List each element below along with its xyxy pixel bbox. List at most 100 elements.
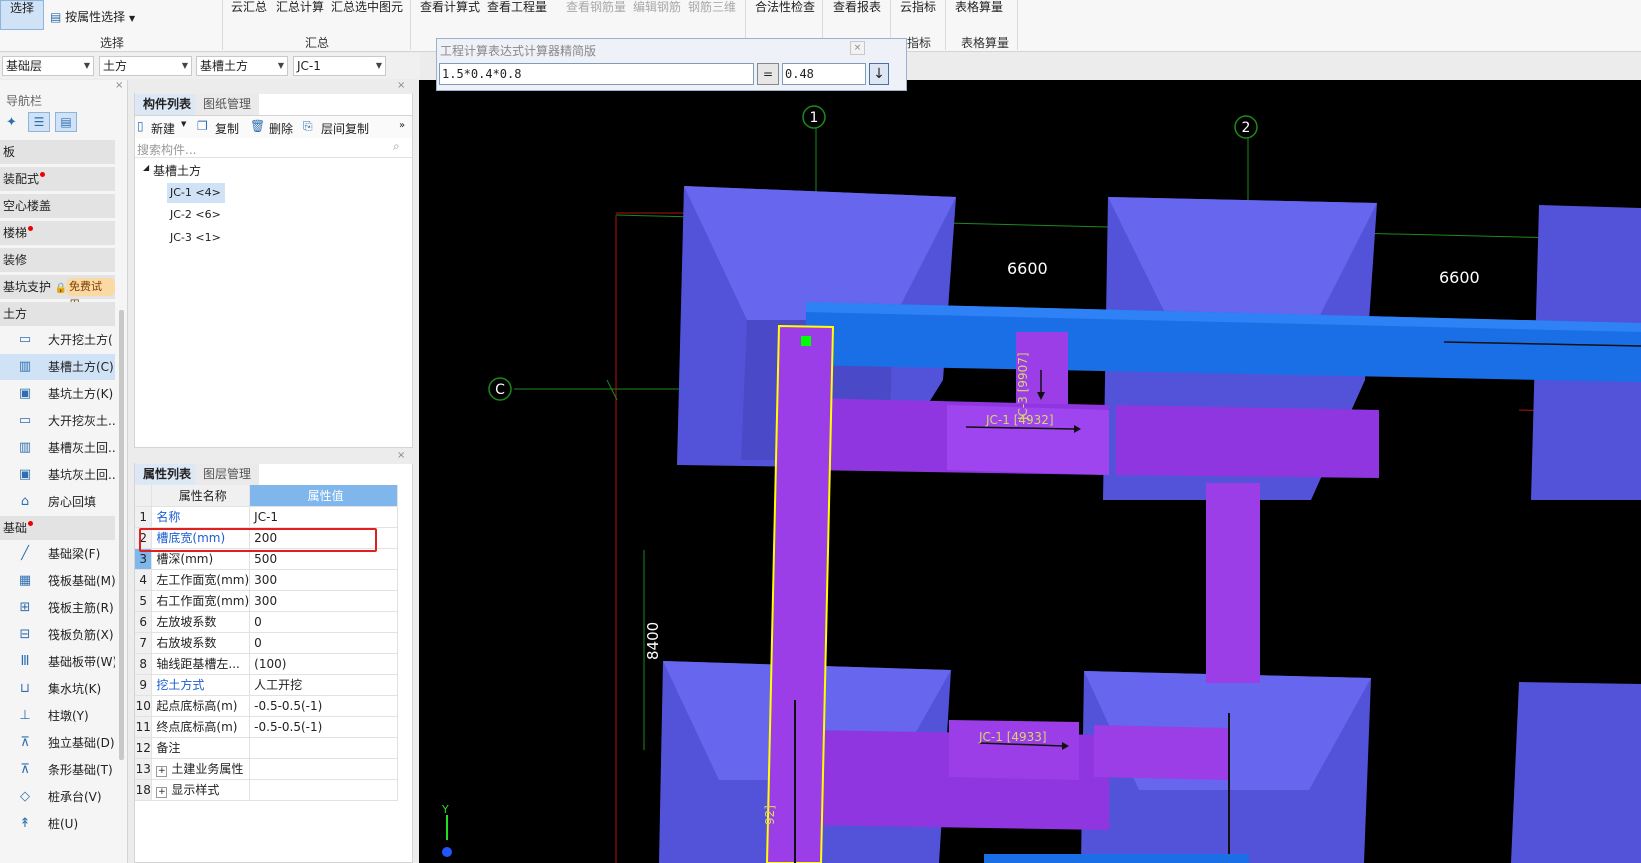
- tree-item-jc2[interactable]: JC-2 <6>: [170, 208, 221, 221]
- property-row[interactable]: 11 终点底标高(m) -0.5-0.5(-1): [135, 716, 398, 738]
- nav-cat-prefab[interactable]: 装配式: [0, 167, 115, 191]
- nav-foundation-item-3[interactable]: ⊟ 筏板负筋(X): [0, 622, 115, 648]
- property-row[interactable]: 13 + 土建业务属性: [135, 758, 398, 780]
- property-value[interactable]: 500: [249, 548, 398, 570]
- summary-selected-button[interactable]: 汇总选中图元: [331, 0, 403, 15]
- property-row[interactable]: 12 备注: [135, 737, 398, 759]
- tab-component-list[interactable]: 构件列表: [135, 94, 200, 115]
- tree-item-jc3[interactable]: JC-3 <1>: [170, 231, 221, 244]
- nav-foundation-item-1[interactable]: ▦ 筏板基础(M): [0, 568, 115, 594]
- view-report-button[interactable]: 查看报表: [833, 0, 881, 15]
- tree-collapse-icon[interactable]: ◢: [143, 163, 149, 172]
- expression-input[interactable]: 1.5*0.4*0.8: [439, 63, 754, 85]
- property-row[interactable]: 9 挖土方式 人工开挖: [135, 674, 398, 696]
- drawing-canvas[interactable]: 1 2 C 6600 6600 8400 JC-1 [4932] JC-3 [9…: [419, 80, 1641, 863]
- close-icon[interactable]: ×: [397, 450, 405, 461]
- legality-check-button[interactable]: 合法性检查: [755, 0, 815, 15]
- close-icon[interactable]: ×: [397, 80, 405, 91]
- nav-cat-decoration[interactable]: 装修: [0, 248, 115, 272]
- detail-view-icon[interactable]: ▤: [55, 112, 77, 132]
- subtype-select[interactable]: 基槽土方 ▼: [196, 56, 288, 76]
- tree-item-jc1[interactable]: JC-1 <4>: [167, 183, 225, 203]
- nav-earth-item-3[interactable]: ▭ 大开挖灰土...: [0, 408, 115, 434]
- trench-segment[interactable]: [1116, 405, 1379, 478]
- trench-segment-vertical[interactable]: [1206, 483, 1260, 683]
- edit-rebar-button[interactable]: 编辑钢筋: [633, 0, 681, 15]
- search-icon[interactable]: ⌕: [393, 139, 400, 154]
- nav-scrollbar[interactable]: [119, 310, 124, 760]
- new-button[interactable]: 新建: [151, 120, 175, 137]
- property-value[interactable]: 0: [249, 632, 398, 654]
- component-search[interactable]: 搜索构件... ⌕: [135, 138, 412, 158]
- nav-foundation-item-5[interactable]: ⊔ 集水坑(K): [0, 676, 115, 702]
- property-value[interactable]: -0.5-0.5(-1): [249, 695, 398, 717]
- pit-block[interactable]: [1511, 682, 1641, 863]
- property-value[interactable]: 人工开挖: [249, 674, 398, 696]
- more-icon[interactable]: »: [399, 120, 405, 131]
- copy-button[interactable]: 复制: [215, 120, 239, 137]
- nav-earth-item-1[interactable]: ▥ 基槽土方(C): [0, 354, 115, 380]
- property-name-text[interactable]: 名称: [156, 510, 180, 524]
- trench-segment[interactable]: [1094, 725, 1229, 780]
- property-value[interactable]: JC-1: [249, 506, 398, 528]
- tab-drawing-manage[interactable]: 图纸管理: [195, 94, 260, 115]
- nav-foundation-item-4[interactable]: Ⅲ 基础板带(W): [0, 649, 115, 675]
- floor-copy-button[interactable]: 层间复制: [321, 120, 369, 137]
- property-name-text[interactable]: 槽底宽(mm): [156, 531, 225, 545]
- view-quantity-button[interactable]: 查看工程量: [487, 0, 547, 15]
- summary-calc-button[interactable]: 汇总计算: [276, 0, 324, 15]
- nav-cat-hollow-floor[interactable]: 空心楼盖: [0, 194, 115, 218]
- select-button[interactable]: 选择: [0, 0, 44, 30]
- tab-layer-manage[interactable]: 图层管理: [195, 464, 260, 485]
- property-value[interactable]: [249, 737, 398, 759]
- floor-select[interactable]: 基础层 ▼: [2, 56, 94, 76]
- table-calc-button[interactable]: 表格算量: [955, 0, 1003, 15]
- expand-icon[interactable]: +: [156, 787, 168, 798]
- property-value[interactable]: 0: [249, 611, 398, 633]
- nav-cat-pit-support[interactable]: 基坑支护 🔒免费试用: [0, 275, 115, 311]
- expand-icon[interactable]: +: [156, 766, 168, 777]
- property-value[interactable]: [249, 779, 398, 801]
- pin-icon[interactable]: ✦: [6, 115, 17, 130]
- property-row[interactable]: 6 左放坡系数 0: [135, 611, 398, 633]
- delete-button[interactable]: 删除: [269, 120, 293, 137]
- property-row[interactable]: 5 右工作面宽(mm) 300: [135, 590, 398, 612]
- nav-earth-item-5[interactable]: ▣ 基坑灰土回...: [0, 462, 115, 488]
- equals-button[interactable]: =: [757, 63, 779, 85]
- view-rebar-button[interactable]: 查看钢筋量: [566, 0, 626, 15]
- tree-root[interactable]: 基槽土方: [153, 162, 201, 179]
- nav-foundation-item-8[interactable]: ⊼ 条形基础(T): [0, 757, 115, 783]
- close-icon[interactable]: ×: [115, 80, 123, 91]
- cloud-summary-button[interactable]: 云汇总: [231, 0, 267, 15]
- property-row[interactable]: 1 名称 JC-1: [135, 506, 398, 528]
- property-value[interactable]: [249, 758, 398, 780]
- property-row[interactable]: 8 轴线距基槽左... (100): [135, 653, 398, 675]
- rebar-3d-button[interactable]: 钢筋三维: [688, 0, 736, 15]
- nav-earth-item-0[interactable]: ▭ 大开挖土方(: [0, 327, 115, 353]
- nav-cat-slab[interactable]: 板: [0, 140, 115, 164]
- cloud-index-button[interactable]: 云指标: [900, 0, 936, 15]
- grip-handle[interactable]: [801, 336, 811, 346]
- nav-foundation-item-7[interactable]: ⊼ 独立基础(D): [0, 730, 115, 756]
- nav-foundation-item-2[interactable]: ⊞ 筏板主筋(R): [0, 595, 115, 621]
- property-row[interactable]: 18 + 显示样式: [135, 779, 398, 801]
- property-row[interactable]: 4 左工作面宽(mm) 300: [135, 569, 398, 591]
- view-formula-button[interactable]: 查看计算式: [420, 0, 480, 15]
- property-value[interactable]: (100): [249, 653, 398, 675]
- nav-cat-stairs[interactable]: 楼梯: [0, 221, 115, 245]
- close-icon[interactable]: ×: [850, 41, 865, 55]
- property-value[interactable]: 300: [249, 590, 398, 612]
- trench-segment[interactable]: [949, 720, 1079, 780]
- property-row[interactable]: 7 右放坡系数 0: [135, 632, 398, 654]
- list-view-icon[interactable]: ☰: [28, 112, 50, 132]
- nav-earth-item-4[interactable]: ▥ 基槽灰土回...: [0, 435, 115, 461]
- property-row[interactable]: 3 槽深(mm) 500: [135, 548, 398, 570]
- result-field[interactable]: 0.48: [782, 63, 866, 85]
- free-trial-badge[interactable]: 免费试用: [66, 278, 115, 311]
- nav-foundation-item-10[interactable]: ↟ 桩(U): [0, 811, 115, 837]
- select-by-attr-button[interactable]: ▤ 按属性选择 ▼: [50, 8, 135, 25]
- tab-property-list[interactable]: 属性列表: [135, 464, 200, 485]
- property-row[interactable]: 2 槽底宽(mm) 200: [135, 527, 398, 549]
- nav-earth-item-2[interactable]: ▣ 基坑土方(K): [0, 381, 115, 407]
- chevron-down-icon[interactable]: ▼: [181, 120, 186, 128]
